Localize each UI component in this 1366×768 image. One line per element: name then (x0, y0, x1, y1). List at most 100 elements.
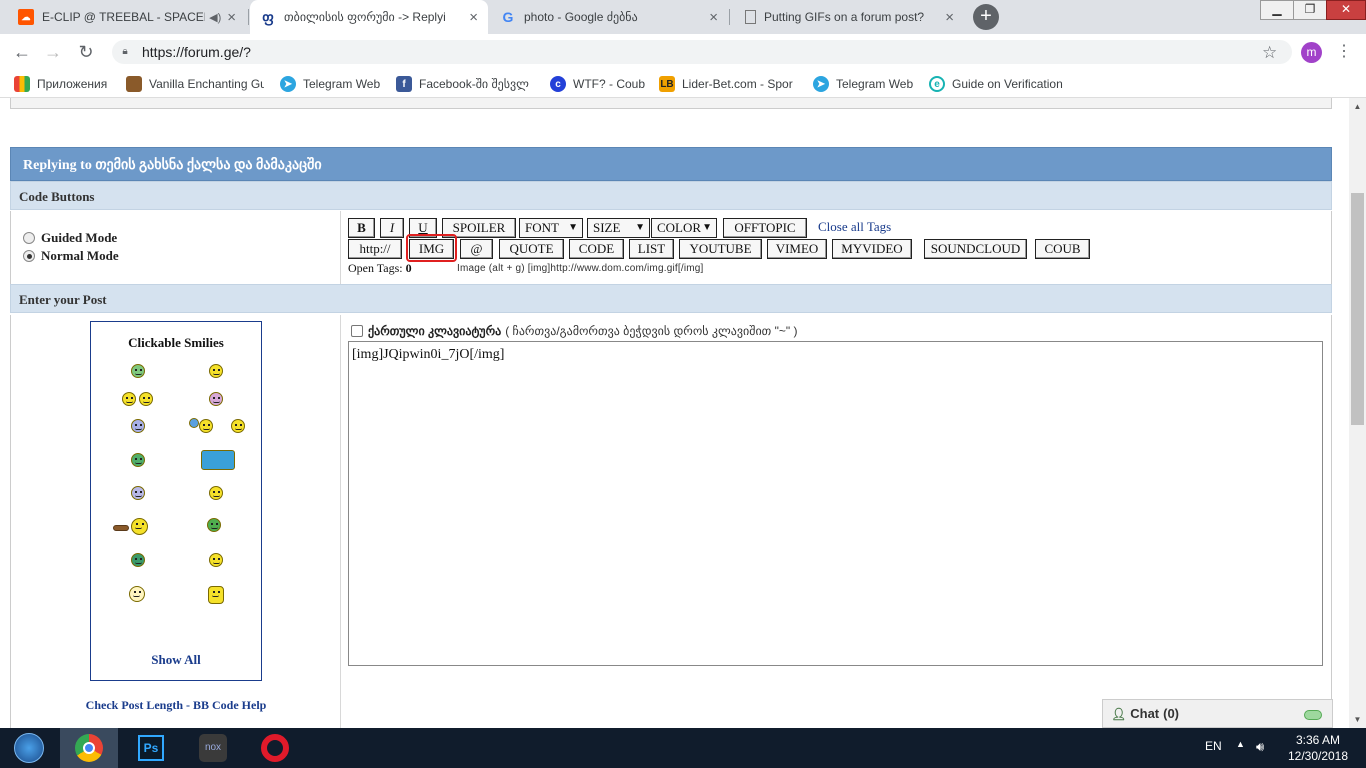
check-post-length-link[interactable]: Check Post Length (86, 698, 183, 712)
windows-taskbar: Ps nox EN ▲ 🔊︎ 3:36 AM 12/30/2018 (0, 728, 1366, 768)
georgian-keyboard-checkbox[interactable] (351, 325, 363, 337)
soundcloud-button[interactable]: SOUNDCLOUD (924, 239, 1027, 259)
url-text[interactable]: https://forum.ge/? (142, 44, 251, 60)
address-bar[interactable] (112, 40, 1292, 64)
bookmark-guide[interactable]: e Guide on Verification (929, 75, 1069, 93)
telegram-icon: ➤ (813, 76, 829, 92)
bookmark-liderbet[interactable]: LB Lider-Bet.com - Spor (659, 75, 797, 93)
list-button[interactable]: LIST (629, 239, 674, 259)
volume-icon[interactable]: 🔊︎ (1256, 739, 1264, 755)
close-window-button[interactable]: ✕ (1326, 0, 1366, 20)
smilie-icon[interactable] (209, 553, 223, 567)
forward-icon[interactable]: → (42, 41, 64, 63)
bookmark-star-icon[interactable]: ☆ (1262, 43, 1277, 63)
radio-circle[interactable] (23, 232, 35, 244)
language-indicator[interactable]: EN (1205, 739, 1222, 753)
close-tab-icon[interactable]: × (227, 9, 236, 26)
open-tags-counter: Open Tags: 0 (348, 261, 412, 275)
http-button[interactable]: http:// (348, 239, 402, 259)
bookmark-telegram[interactable]: ➤ Telegram Web (280, 75, 384, 93)
new-tab-button[interactable]: + (973, 4, 999, 30)
bb-code-help-link[interactable]: BB Code Help (193, 698, 266, 712)
close-tab-icon[interactable]: × (469, 9, 478, 26)
scroll-up-icon[interactable]: ▲ (1349, 98, 1366, 115)
tab-google-search[interactable]: G photo - Google ძებნა × (490, 0, 728, 34)
smilies-title: Clickable Smilies (128, 335, 224, 350)
more-menu-icon[interactable]: ⋮ (1336, 42, 1352, 62)
smilie-icon[interactable] (131, 419, 145, 433)
club-icon (113, 525, 129, 531)
reload-icon[interactable]: ↻ (75, 41, 97, 63)
font-select[interactable]: FONT ▼ (519, 218, 583, 238)
quote-button[interactable]: QUOTE (499, 239, 564, 259)
offtopic-button[interactable]: OFFTOPIC (723, 218, 807, 238)
taskbar-clock[interactable]: 3:36 AM 12/30/2018 (1283, 732, 1353, 764)
color-select[interactable]: COLOR ▼ (651, 218, 717, 238)
smilie-icon[interactable] (131, 553, 145, 567)
opera-icon[interactable] (246, 728, 304, 768)
close-tab-icon[interactable]: × (945, 9, 954, 26)
tray-arrow-icon[interactable]: ▲ (1236, 739, 1245, 749)
globe-smilie-icon[interactable] (189, 418, 199, 428)
bookmark-telegram-2[interactable]: ➤ Telegram Web (813, 75, 917, 93)
smilie-icon[interactable] (139, 392, 153, 406)
liderbet-icon: LB (659, 76, 675, 92)
smilie-icon[interactable] (209, 364, 223, 378)
smilie-icon[interactable] (131, 453, 145, 467)
normal-mode-radio[interactable]: Normal Mode (23, 248, 119, 264)
lock-icon[interactable]: 🔒︎ (118, 44, 132, 60)
nox-icon[interactable]: nox (184, 728, 242, 768)
size-select[interactable]: SIZE ▼ (587, 218, 650, 238)
users-icon: 👤︎ (1111, 706, 1127, 721)
italic-button[interactable]: I (380, 218, 404, 238)
vimeo-button[interactable]: VIMEO (767, 239, 827, 259)
tab-forum-reply[interactable]: ფ თბილისის ფორუმი -> Replyi × (250, 0, 488, 34)
code-button[interactable]: CODE (569, 239, 624, 259)
tab-soundcloud[interactable]: ☁ E-CLIP @ TREEBAL - SPACEH ◀) × (8, 0, 246, 34)
post-textarea[interactable]: [img]JQipwin0i_7jO[/img] (348, 341, 1323, 666)
viking-smilie-icon[interactable] (131, 518, 148, 535)
smilie-icon[interactable] (209, 486, 223, 500)
bookmark-coub[interactable]: c WTF? - Coub (550, 75, 646, 93)
bookmark-facebook[interactable]: f Facebook-ში შესვლ (396, 75, 536, 93)
close-all-tags-link[interactable]: Close all Tags (818, 219, 891, 235)
chrome-icon[interactable] (60, 728, 118, 768)
start-orb-icon[interactable] (0, 728, 58, 768)
smilie-icon[interactable] (131, 364, 145, 378)
scroll-down-icon[interactable]: ▼ (1349, 711, 1366, 728)
show-all-smilies-link[interactable]: Show All (91, 652, 261, 668)
chat-toggle[interactable] (1304, 710, 1322, 720)
smilie-icon[interactable] (209, 392, 223, 406)
smilie-icon[interactable] (231, 419, 245, 433)
radio-circle[interactable] (23, 250, 35, 262)
maximize-button[interactable]: ❐ (1293, 0, 1327, 20)
georgian-keyboard-toggle[interactable]: ქართული კლავიატურა ( ჩართვა/გამორთვა ბეჭ… (351, 324, 797, 338)
page-scrollbar[interactable]: ▲ ▼ (1349, 98, 1366, 728)
guided-mode-radio[interactable]: Guided Mode (23, 230, 117, 246)
avatar[interactable]: m (1301, 42, 1322, 63)
wizard-smilie-icon[interactable] (129, 586, 145, 602)
mention-button[interactable]: @ (460, 239, 493, 259)
bold-button[interactable]: B (348, 218, 375, 238)
myvideo-button[interactable]: MYVIDEO (832, 239, 912, 259)
smilie-icon[interactable] (122, 392, 136, 406)
speaker-icon[interactable]: ◀) (209, 11, 221, 24)
tab-gifs-forum[interactable]: Putting GIFs on a forum post? × (732, 0, 964, 34)
photoshop-icon[interactable]: Ps (122, 728, 180, 768)
youtube-button[interactable]: YOUTUBE (679, 239, 762, 259)
smilie-icon[interactable] (207, 518, 221, 532)
reading-smilie-icon[interactable] (208, 586, 224, 604)
coub-icon: c (550, 76, 566, 92)
smilie-icon[interactable] (199, 419, 213, 433)
coub-button[interactable]: COUB (1035, 239, 1090, 259)
bookmark-apps[interactable]: Приложения (14, 75, 114, 93)
chat-widget[interactable]: 👤︎ Chat (0) (1102, 699, 1333, 728)
bookmark-vanilla[interactable]: Vanilla Enchanting Gu (126, 75, 264, 93)
back-icon[interactable]: ← (11, 41, 33, 63)
telegram-icon: ➤ (280, 76, 296, 92)
scroll-thumb[interactable] (1351, 193, 1364, 425)
smilie-icon[interactable] (131, 486, 145, 500)
close-tab-icon[interactable]: × (709, 9, 718, 26)
swimming-smilie-icon[interactable] (201, 450, 235, 470)
minimize-button[interactable]: ▁ (1260, 0, 1294, 20)
